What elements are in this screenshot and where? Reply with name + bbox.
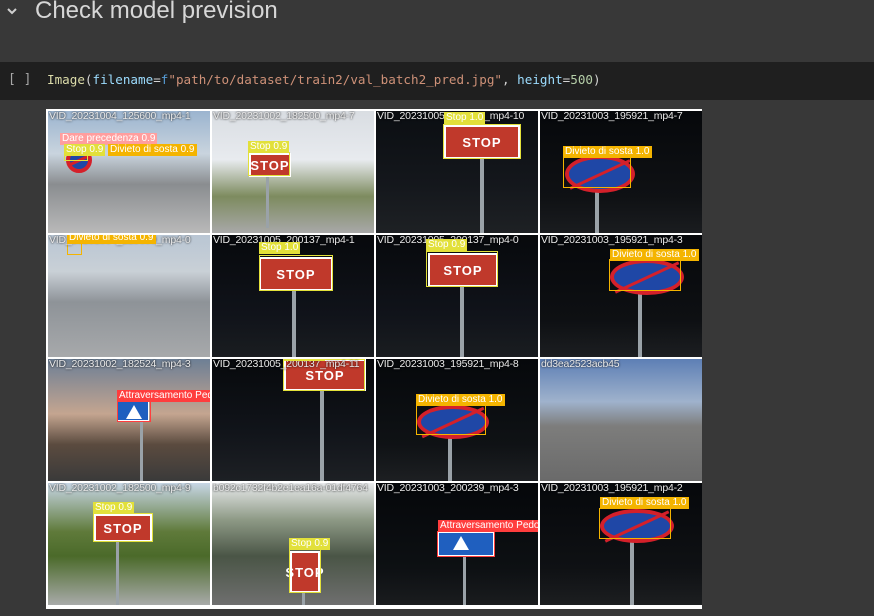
detection-box	[563, 155, 631, 188]
detection-box	[416, 405, 486, 435]
prediction-tile: VID_20231003_195921_mp4-3 Divieto di sost…	[540, 235, 702, 357]
detection-label: Stop 1.0	[259, 242, 301, 254]
code-line[interactable]: Image(filename=f"path/to/dataset/train2/…	[47, 72, 601, 87]
prediction-tile: VID_20231003_195921_mp4-7 Divieto di sost…	[540, 111, 702, 233]
detection-box	[248, 152, 290, 176]
prediction-tile: STOP VID_20231002_182500_mp4-7 Stop 0.9	[212, 111, 374, 233]
prediction-tile: VID_20231003_200239_mp4-3 Attraversamento…	[376, 483, 538, 605]
tile-photo	[540, 359, 702, 481]
run-cell-button[interactable]: [ ]	[8, 72, 31, 87]
code-cell[interactable]: [ ] Image(filename=f"path/to/dataset/tra…	[0, 62, 874, 100]
sign-pole	[595, 189, 599, 233]
prediction-tile: dd3ea2523acb45	[540, 359, 702, 481]
tile-filename: VID_20231002_182500_mp4-7	[213, 111, 355, 122]
detection-label: Divieto di sosta 1.0	[416, 394, 505, 406]
sign-pole	[463, 554, 466, 605]
prediction-tile: VID_20231004_125600_mp4-1 Dare precedenza…	[48, 111, 210, 233]
code-function: Image	[47, 72, 85, 87]
tile-photo	[48, 111, 210, 233]
detection-label: Divieto di sosta 0.9	[108, 144, 197, 156]
prediction-tile: STOP VID_20231005_200137_mp4-1 Stop 1.0	[212, 235, 374, 357]
prediction-tile: STOPVID_20231005_200137_mp4-0Stop 0.9	[376, 235, 538, 357]
detection-label: Stop 0.9	[289, 538, 331, 550]
tile-photo	[212, 111, 374, 233]
code-string-path: "path/to/dataset/train2/val_batch2_pred.…	[168, 72, 502, 87]
chevron-down-icon[interactable]	[3, 2, 21, 20]
detection-label: Stop 0.9	[64, 144, 106, 156]
detection-box	[426, 251, 498, 287]
prediction-tile: VID_20231003_195921_mp4-8 Divieto di sost…	[376, 359, 538, 481]
prediction-tile: STOPVID_20231005_200137_mp4-11Stop 1.0	[212, 359, 374, 481]
detection-label: Divieto di sosta 1.0	[563, 146, 652, 158]
section-title: Check model prevision	[35, 0, 278, 24]
detection-label: Attraversamento Pedonale 0.9	[438, 520, 538, 532]
sign-pole	[480, 155, 484, 233]
code-kwarg-filename: filename	[92, 72, 154, 87]
tile-filename: VID_20231004_125600_mp4-1	[49, 111, 191, 122]
prediction-image-mosaic: VID_20231004_125600_mp4-1 Dare precedenza…	[46, 109, 702, 609]
tile-filename: VID_20231003_200239_mp4-3	[377, 483, 519, 494]
tile-filename: b092c1732f4b2e1ea16a-01df4764	[213, 483, 368, 494]
sign-pole	[140, 419, 143, 481]
sign-pole	[460, 283, 464, 357]
detection-box	[609, 259, 681, 291]
detection-label: Stop 1.0	[444, 112, 486, 124]
detection-label: Divieto di sosta 0.9	[67, 235, 156, 244]
code-number: 500	[570, 72, 594, 87]
sign-pole	[320, 387, 324, 481]
detection-label: Stop 0.9	[426, 239, 468, 251]
prediction-tile: STOP b092c1732f4b2e1ea16a-01df4764 Stop 0.…	[212, 483, 374, 605]
detection-box	[289, 549, 321, 593]
tile-filename: VID_20231002_182500_mp4-9	[49, 483, 191, 494]
detection-label: Divieto di sosta 1.0	[600, 497, 689, 509]
tile-filename: VID_20231003_195921_mp4-8	[377, 359, 519, 370]
sign-pole	[630, 535, 634, 605]
detection-label: Divieto di sosta 1.0	[610, 249, 699, 261]
detection-box	[93, 513, 153, 542]
sign-pole	[266, 173, 269, 228]
detection-box	[259, 255, 333, 291]
sign-pole	[292, 289, 296, 357]
tile-filename: VID_20231003_195921_mp4-3	[541, 235, 683, 246]
section-header: Check model prevision	[0, 0, 874, 34]
detection-box	[599, 508, 671, 539]
tile-filename: VID_20231003_195921_mp4-2	[541, 483, 683, 494]
sign-pole	[116, 538, 119, 605]
prediction-tile: VID_20231004_125600_mp4-0Divieto di sost…	[48, 235, 210, 357]
detection-box	[437, 531, 495, 557]
tile-filename: dd3ea2523acb45	[541, 359, 620, 370]
prediction-tile: STOP VID_20231002_182500_mp4-9 Stop 0.9	[48, 483, 210, 605]
prediction-tile: VID_20231002_182524_mp4-3 Attraversamento…	[48, 359, 210, 481]
tile-filename: VID_20231003_195921_mp4-7	[541, 111, 683, 122]
detection-label: Stop 0.9	[93, 502, 135, 514]
detection-label: Stop 0.9	[248, 141, 290, 153]
code-kwarg-height: height	[517, 72, 563, 87]
detection-label: Stop 1.0	[284, 359, 326, 361]
prediction-tile: STOPVID_20231005_203137_mp4-10Stop 1.0	[376, 111, 538, 233]
detection-label: Attraversamento Pedonale 0.9	[117, 390, 210, 402]
detection-box	[117, 400, 151, 422]
sign-pole	[638, 287, 642, 357]
prediction-tile: VID_20231003_195921_mp4-2 Divieto di sost…	[540, 483, 702, 605]
detection-box	[443, 124, 521, 159]
tile-filename: VID_20231002_182524_mp4-3	[49, 359, 191, 370]
